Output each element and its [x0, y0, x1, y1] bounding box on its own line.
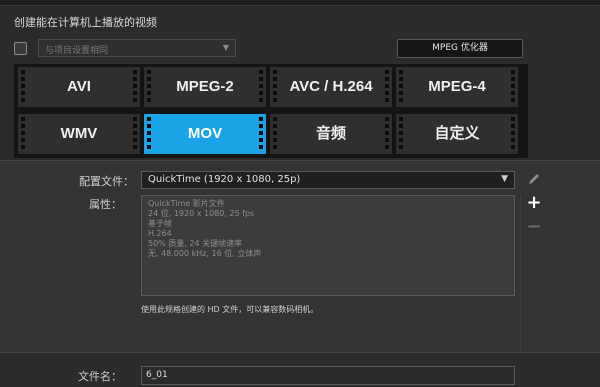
- minus-icon[interactable]: −: [526, 218, 542, 236]
- format-tile-label: 自定义: [434, 125, 480, 142]
- profile-select[interactable]: QuickTime (1920 x 1080, 25p) ▼: [141, 171, 515, 189]
- film-perforation-right: [259, 117, 263, 151]
- format-tile-label: AVC / H.264: [289, 78, 373, 95]
- film-perforation-left: [399, 70, 403, 104]
- format-tile-mpeg2[interactable]: MPEG-2: [144, 67, 266, 107]
- properties-box: QuickTime 影片文件 24 位, 1920 x 1080, 25 fps…: [141, 195, 515, 296]
- chevron-down-icon: ▼: [501, 174, 508, 184]
- format-tile-avi[interactable]: AVI: [18, 67, 140, 107]
- filename-input[interactable]: 6_01: [141, 366, 515, 385]
- mpeg-optimizer-button[interactable]: MPEG 优化器: [397, 39, 523, 58]
- divider: [0, 352, 600, 353]
- film-perforation-right: [133, 117, 137, 151]
- format-tile-mpeg4[interactable]: MPEG-4: [396, 67, 518, 107]
- format-tile-label: MOV: [187, 125, 223, 142]
- chevron-down-icon: ▼: [222, 43, 229, 52]
- profile-label: 配置文件：: [79, 175, 134, 188]
- format-tile-grid: AVI MPEG-2 AVC / H.264 MPEG-4 WMV MOV 音频…: [14, 64, 528, 158]
- vertical-divider: [520, 195, 521, 352]
- profile-note: 使用此规格创建的 HD 文件，可以兼容数码相机。: [141, 305, 319, 314]
- film-perforation-left: [21, 117, 25, 151]
- format-tile-audio[interactable]: 音频: [270, 114, 392, 154]
- format-tile-avc-h264[interactable]: AVC / H.264: [270, 67, 392, 107]
- format-tile-label: 音频: [315, 125, 346, 142]
- film-perforation-right: [511, 70, 515, 104]
- project-settings-select[interactable]: 与项目设置相同 ▼: [38, 39, 236, 57]
- film-perforation-right: [133, 70, 137, 104]
- format-tile-mov[interactable]: MOV: [144, 114, 266, 154]
- film-perforation-right: [385, 70, 389, 104]
- film-perforation-right: [259, 70, 263, 104]
- property-line: 24 位, 1920 x 1080, 25 fps: [148, 209, 255, 218]
- top-border: [0, 0, 600, 6]
- format-tile-label: MPEG-4: [428, 78, 486, 95]
- same-as-project-checkbox[interactable]: [14, 42, 27, 55]
- property-line: H.264: [148, 229, 172, 238]
- format-tile-label: AVI: [67, 78, 91, 95]
- format-tile-label: WMV: [60, 125, 98, 142]
- format-tile-custom[interactable]: 自定义: [396, 114, 518, 154]
- format-tile-label: MPEG-2: [176, 78, 234, 95]
- format-tile-wmv[interactable]: WMV: [18, 114, 140, 154]
- film-perforation-left: [273, 70, 277, 104]
- profile-value: QuickTime (1920 x 1080, 25p): [148, 174, 301, 185]
- section-title: 创建能在计算机上播放的视频: [14, 16, 157, 29]
- film-perforation-left: [147, 117, 151, 151]
- pencil-icon[interactable]: [526, 172, 542, 188]
- film-perforation-left: [399, 117, 403, 151]
- film-perforation-right: [511, 117, 515, 151]
- property-line: 50% 质量, 24 关键帧速率: [148, 239, 243, 248]
- film-perforation-left: [273, 117, 277, 151]
- property-line: QuickTime 影片文件: [148, 199, 225, 208]
- project-settings-value: 与项目设置相同: [45, 46, 109, 56]
- film-perforation-left: [21, 70, 25, 104]
- film-perforation-left: [147, 70, 151, 104]
- property-line: 无, 48.000 kHz, 16 位, 立体声: [148, 249, 262, 258]
- film-perforation-right: [385, 117, 389, 151]
- properties-label: 属性：: [89, 198, 122, 211]
- filename-label: 文件名：: [78, 370, 122, 383]
- property-line: 基于帧: [148, 219, 172, 228]
- plus-icon[interactable]: +: [526, 194, 542, 212]
